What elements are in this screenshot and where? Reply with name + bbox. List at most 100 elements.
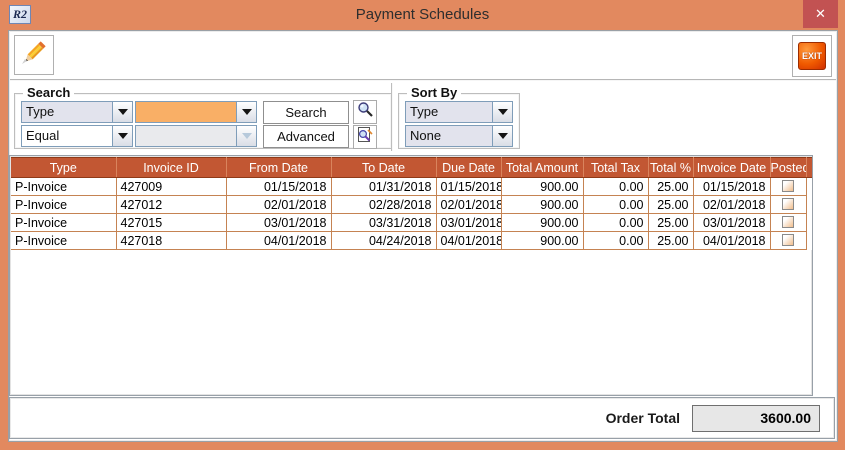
cell-from-date: 03/01/2018 bbox=[226, 214, 331, 232]
table-row[interactable]: P-Invoice 427018 04/01/2018 04/24/2018 0… bbox=[11, 232, 812, 250]
col-header-type[interactable]: Type bbox=[11, 158, 116, 178]
cell-total-percent: 25.00 bbox=[648, 232, 693, 250]
close-button[interactable]: ✕ bbox=[803, 0, 838, 28]
search-value2-combo bbox=[135, 125, 257, 147]
search-groupbox: Search Type Search bbox=[14, 93, 392, 149]
footer-panel: Order Total 3600.00 bbox=[9, 397, 835, 439]
search-group-label: Search bbox=[23, 85, 74, 100]
close-icon: ✕ bbox=[815, 6, 826, 22]
posted-checkbox[interactable] bbox=[782, 180, 794, 192]
col-header-total-percent[interactable]: Total % bbox=[648, 158, 693, 178]
cell-total-percent: 25.00 bbox=[648, 214, 693, 232]
cell-due-date: 01/15/2018 bbox=[436, 178, 501, 196]
exit-button[interactable]: EXIT bbox=[792, 35, 832, 77]
col-header-invoice-id[interactable]: Invoice ID bbox=[116, 158, 226, 178]
toolbar: EXIT bbox=[10, 32, 836, 80]
exit-icon: EXIT bbox=[798, 42, 826, 70]
cell-total-amount: 900.00 bbox=[501, 178, 583, 196]
order-total-field: 3600.00 bbox=[692, 405, 820, 432]
search-button[interactable]: Search bbox=[263, 101, 349, 124]
filter-separator bbox=[391, 83, 393, 151]
cell-invoice-id: 427009 bbox=[116, 178, 226, 196]
cell-from-date: 01/15/2018 bbox=[226, 178, 331, 196]
search-operator-combo[interactable]: Equal bbox=[21, 125, 133, 147]
search-field-value: Type bbox=[22, 102, 112, 122]
col-header-invoice-date[interactable]: Invoice Date bbox=[693, 158, 770, 178]
cell-invoice-id: 427015 bbox=[116, 214, 226, 232]
cell-total-amount: 900.00 bbox=[501, 196, 583, 214]
cell-posted bbox=[770, 232, 806, 250]
posted-checkbox[interactable] bbox=[782, 216, 794, 228]
sort-by-groupbox: Sort By Type None bbox=[398, 93, 520, 149]
cell-type: P-Invoice bbox=[11, 178, 116, 196]
search-value-input[interactable] bbox=[136, 102, 236, 122]
table-row[interactable]: P-Invoice 427009 01/15/2018 01/31/2018 0… bbox=[11, 178, 812, 196]
search-operator-value: Equal bbox=[22, 126, 112, 146]
search-icon bbox=[356, 101, 374, 124]
cell-due-date: 02/01/2018 bbox=[436, 196, 501, 214]
sort-secondary-value: None bbox=[406, 126, 492, 146]
cell-invoice-date: 03/01/2018 bbox=[693, 214, 770, 232]
cell-type: P-Invoice bbox=[11, 214, 116, 232]
cell-posted bbox=[770, 196, 806, 214]
window-title: Payment Schedules bbox=[0, 6, 845, 23]
col-header-from-date[interactable]: From Date bbox=[226, 158, 331, 178]
filter-row: Search Type Search bbox=[10, 81, 836, 153]
search-icon-button[interactable] bbox=[353, 100, 377, 124]
advanced-search-icon-button[interactable] bbox=[353, 125, 377, 149]
cell-total-amount: 900.00 bbox=[501, 214, 583, 232]
chevron-down-icon[interactable] bbox=[492, 102, 512, 122]
cell-to-date: 03/31/2018 bbox=[331, 214, 436, 232]
cell-invoice-date: 02/01/2018 bbox=[693, 196, 770, 214]
cell-invoice-id: 427012 bbox=[116, 196, 226, 214]
cell-posted bbox=[770, 178, 806, 196]
cell-total-tax: 0.00 bbox=[583, 178, 648, 196]
col-header-filler bbox=[806, 158, 812, 178]
cell-total-percent: 25.00 bbox=[648, 196, 693, 214]
schedule-table: Type Invoice ID From Date To Date Due Da… bbox=[11, 157, 812, 250]
pencil-icon bbox=[18, 37, 50, 74]
cell-invoice-date: 01/15/2018 bbox=[693, 178, 770, 196]
chevron-down-icon[interactable] bbox=[112, 102, 132, 122]
search-field-combo[interactable]: Type bbox=[21, 101, 133, 123]
cell-to-date: 01/31/2018 bbox=[331, 178, 436, 196]
cell-type: P-Invoice bbox=[11, 196, 116, 214]
table-row[interactable]: P-Invoice 427012 02/01/2018 02/28/2018 0… bbox=[11, 196, 812, 214]
chevron-down-icon bbox=[236, 126, 256, 146]
cell-invoice-id: 427018 bbox=[116, 232, 226, 250]
chevron-down-icon[interactable] bbox=[492, 126, 512, 146]
posted-checkbox[interactable] bbox=[782, 198, 794, 210]
search-value-combo[interactable] bbox=[135, 101, 257, 123]
col-header-total-tax[interactable]: Total Tax bbox=[583, 158, 648, 178]
search-value2-input bbox=[136, 126, 236, 146]
sort-secondary-combo[interactable]: None bbox=[405, 125, 513, 147]
payment-schedules-window: R2 Payment Schedules ✕ bbox=[0, 0, 845, 450]
sort-primary-combo[interactable]: Type bbox=[405, 101, 513, 123]
cell-total-tax: 0.00 bbox=[583, 214, 648, 232]
cell-to-date: 04/24/2018 bbox=[331, 232, 436, 250]
table-header-row: Type Invoice ID From Date To Date Due Da… bbox=[11, 158, 812, 178]
sort-primary-value: Type bbox=[406, 102, 492, 122]
edit-button[interactable] bbox=[14, 35, 54, 75]
cell-from-date: 04/01/2018 bbox=[226, 232, 331, 250]
cell-total-amount: 900.00 bbox=[501, 232, 583, 250]
title-bar: R2 Payment Schedules ✕ bbox=[0, 0, 845, 30]
cell-type: P-Invoice bbox=[11, 232, 116, 250]
col-header-posted[interactable]: Posted bbox=[770, 158, 806, 178]
order-total-label: Order Total bbox=[606, 410, 680, 426]
cell-total-tax: 0.00 bbox=[583, 196, 648, 214]
cell-invoice-date: 04/01/2018 bbox=[693, 232, 770, 250]
advanced-button[interactable]: Advanced bbox=[263, 125, 349, 148]
cell-due-date: 04/01/2018 bbox=[436, 232, 501, 250]
cell-due-date: 03/01/2018 bbox=[436, 214, 501, 232]
advanced-search-icon bbox=[356, 126, 374, 149]
content-area: EXIT Search Type Search bbox=[8, 30, 838, 442]
cell-to-date: 02/28/2018 bbox=[331, 196, 436, 214]
chevron-down-icon[interactable] bbox=[236, 102, 256, 122]
col-header-total-amount[interactable]: Total Amount bbox=[501, 158, 583, 178]
col-header-to-date[interactable]: To Date bbox=[331, 158, 436, 178]
col-header-due-date[interactable]: Due Date bbox=[436, 158, 501, 178]
table-row[interactable]: P-Invoice 427015 03/01/2018 03/31/2018 0… bbox=[11, 214, 812, 232]
posted-checkbox[interactable] bbox=[782, 234, 794, 246]
chevron-down-icon[interactable] bbox=[112, 126, 132, 146]
